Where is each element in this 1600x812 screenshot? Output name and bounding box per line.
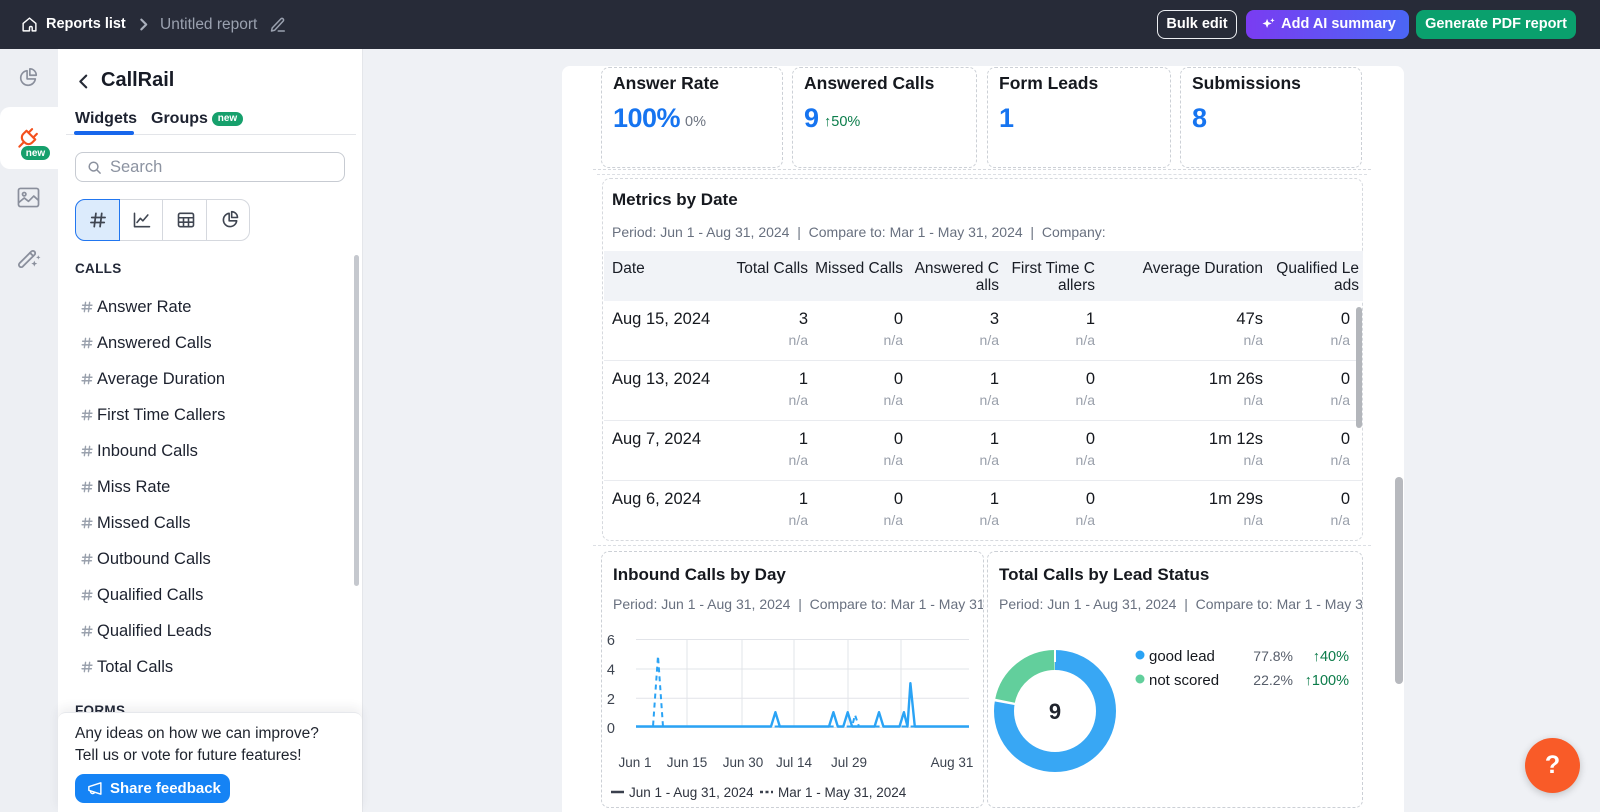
svg-text:Jul 29: Jul 29 [831, 755, 867, 770]
svg-text:2: 2 [607, 692, 615, 708]
svg-text:Aug 31: Aug 31 [931, 755, 974, 770]
svg-text:↑40%: ↑40% [1313, 649, 1349, 665]
svg-text:Jun 15: Jun 15 [667, 755, 708, 770]
svg-text:Jun 30: Jun 30 [723, 755, 764, 770]
svg-text:9: 9 [1049, 699, 1061, 724]
svg-text:0: 0 [607, 721, 615, 737]
svg-text:22.2%: 22.2% [1253, 672, 1293, 688]
svg-text:4: 4 [607, 663, 615, 679]
svg-text:6: 6 [607, 633, 615, 649]
svg-text:Jul 14: Jul 14 [776, 755, 813, 770]
svg-text:Mar 1 - May 31, 2024: Mar 1 - May 31, 2024 [778, 785, 907, 800]
svg-text:77.8%: 77.8% [1253, 648, 1293, 664]
svg-text:↑100%: ↑100% [1305, 673, 1349, 689]
svg-text:Jun 1 - Aug 31, 2024: Jun 1 - Aug 31, 2024 [629, 785, 754, 800]
svg-text:not scored: not scored [1149, 672, 1219, 689]
svg-text:good lead: good lead [1149, 648, 1215, 665]
svg-text:Jun 1: Jun 1 [618, 755, 651, 770]
